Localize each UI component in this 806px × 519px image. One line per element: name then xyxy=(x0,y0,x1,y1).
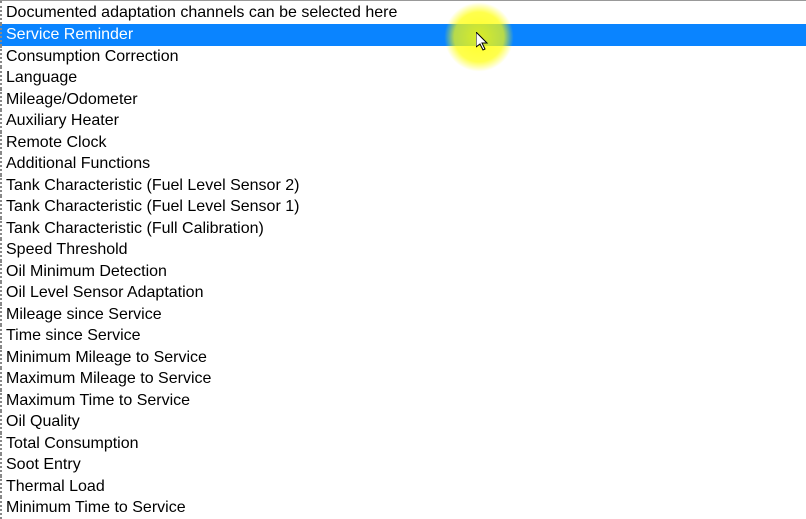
list-item[interactable]: Time since Service xyxy=(0,325,806,347)
list-item[interactable]: Service Reminder xyxy=(0,24,806,46)
list-item[interactable]: Mileage since Service xyxy=(0,304,806,326)
list-item[interactable]: Oil Level Sensor Adaptation xyxy=(0,282,806,304)
list-item[interactable]: Tank Characteristic (Fuel Level Sensor 2… xyxy=(0,175,806,197)
list-item[interactable]: Language xyxy=(0,67,806,89)
list-item[interactable]: Auxiliary Heater xyxy=(0,110,806,132)
list-item[interactable]: Maximum Mileage to Service xyxy=(0,368,806,390)
list-item[interactable]: Oil Quality xyxy=(0,411,806,433)
list-item[interactable]: Maximum Time to Service xyxy=(0,390,806,412)
list-item[interactable]: Soot Entry xyxy=(0,454,806,476)
list-item[interactable]: Total Consumption xyxy=(0,433,806,455)
list-item[interactable]: Speed Threshold xyxy=(0,239,806,261)
list-item[interactable]: Minimum Mileage to Service xyxy=(0,347,806,369)
list-header: Documented adaptation channels can be se… xyxy=(0,1,806,24)
list-item[interactable]: Thermal Load xyxy=(0,476,806,498)
list-item[interactable]: Oil Minimum Detection xyxy=(0,261,806,283)
list-item[interactable]: Mileage/Odometer xyxy=(0,89,806,111)
list-item[interactable]: Tank Characteristic (Full Calibration) xyxy=(0,218,806,240)
list-item[interactable]: Consumption Correction xyxy=(0,46,806,68)
list-item[interactable]: Tank Characteristic (Fuel Level Sensor 1… xyxy=(0,196,806,218)
list-item[interactable]: Remote Clock xyxy=(0,132,806,154)
adaptation-channel-list: Documented adaptation channels can be se… xyxy=(0,0,806,519)
list-item[interactable]: Additional Functions xyxy=(0,153,806,175)
